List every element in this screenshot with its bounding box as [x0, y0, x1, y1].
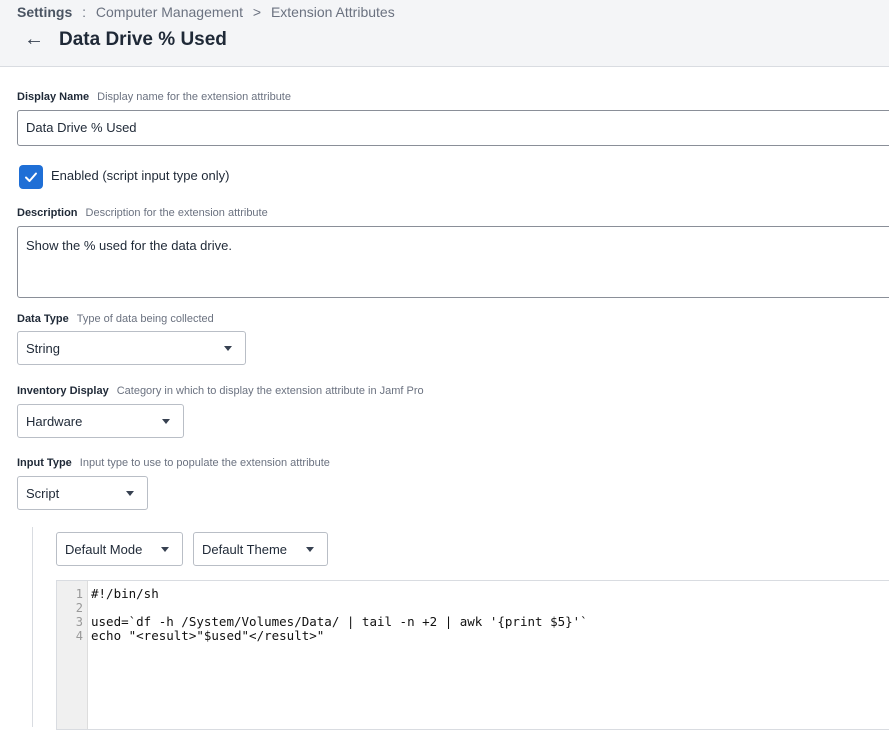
code-editor[interactable]: 1 2 3 4 #!/bin/sh used=`df -h /System/Vo…: [56, 580, 889, 730]
data-type-label-text: Data Type: [17, 313, 69, 325]
display-name-input[interactable]: Data Drive % Used: [17, 110, 889, 146]
chevron-down-icon: [126, 490, 134, 496]
page-header: Settings : Computer Management > Extensi…: [0, 0, 889, 67]
code-line[interactable]: echo "<result>"$used"</result>": [91, 629, 324, 643]
editor-theme-select[interactable]: Default Theme: [193, 532, 328, 566]
editor-gutter: 1 2 3 4: [57, 581, 88, 729]
input-type-help: Input type to use to populate the extens…: [79, 457, 330, 469]
checkmark-icon: [25, 172, 37, 182]
data-type-select[interactable]: String: [17, 331, 246, 365]
code-line[interactable]: #!/bin/sh: [91, 587, 159, 601]
display-name-label: Display Name Display name for the extensi…: [17, 91, 291, 103]
chevron-down-icon: [162, 418, 170, 424]
page-title: Data Drive % Used: [59, 29, 227, 50]
description-label: Description Description for the extension…: [17, 207, 268, 219]
breadcrumb-extension-attributes[interactable]: Extension Attributes: [271, 4, 395, 20]
breadcrumb: Settings : Computer Management > Extensi…: [17, 4, 395, 20]
description-label-text: Description: [17, 207, 78, 219]
input-type-select[interactable]: Script: [17, 476, 148, 510]
chevron-down-icon: [224, 345, 232, 351]
input-type-label-text: Input Type: [17, 457, 72, 469]
breadcrumb-settings[interactable]: Settings: [17, 4, 72, 20]
inventory-display-label-text: Inventory Display: [17, 385, 109, 397]
data-type-label: Data Type Type of data being collected: [17, 313, 214, 325]
line-number: 2: [75, 601, 83, 615]
breadcrumb-separator: >: [252, 4, 262, 20]
line-number: 4: [75, 629, 83, 643]
chevron-down-icon: [306, 546, 314, 552]
inventory-display-label: Inventory Display Category in which to di…: [17, 385, 424, 397]
display-name-help: Display name for the extension attribute: [97, 91, 291, 103]
inventory-display-help: Category in which to display the extensi…: [116, 385, 424, 397]
input-type-value: Script: [26, 485, 60, 501]
code-line[interactable]: used=`df -h /System/Volumes/Data/ | tail…: [91, 615, 588, 629]
editor-theme-value: Default Theme: [202, 541, 288, 557]
breadcrumb-computer-management[interactable]: Computer Management: [96, 4, 243, 20]
inventory-display-value: Hardware: [26, 413, 83, 429]
back-arrow-icon[interactable]: ←: [24, 28, 44, 51]
enabled-checkbox[interactable]: [19, 165, 43, 189]
description-textarea[interactable]: Show the % used for the data drive.: [17, 226, 889, 298]
chevron-down-icon: [161, 546, 169, 552]
line-number: 3: [75, 615, 83, 629]
editor-mode-value: Default Mode: [65, 541, 143, 557]
data-type-help: Type of data being collected: [76, 313, 214, 325]
enabled-label[interactable]: Enabled (script input type only): [51, 168, 229, 183]
data-type-value: String: [26, 340, 60, 356]
display-name-label-text: Display Name: [17, 91, 90, 103]
input-type-label: Input Type Input type to use to populate …: [17, 457, 330, 469]
description-help: Description for the extension attribute: [85, 207, 268, 219]
inventory-display-select[interactable]: Hardware: [17, 404, 184, 438]
editor-mode-select[interactable]: Default Mode: [56, 532, 183, 566]
line-number: 1: [75, 587, 83, 601]
breadcrumb-separator: :: [82, 4, 87, 20]
